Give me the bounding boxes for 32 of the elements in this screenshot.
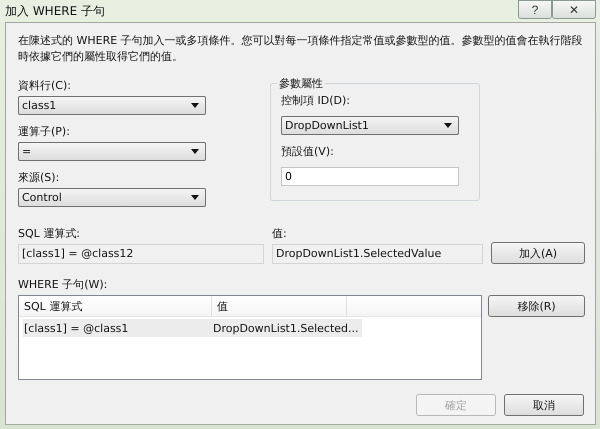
source-dropdown[interactable]: Control [18,188,206,207]
column-header[interactable]: SQL 運算式 [19,296,212,316]
list-cell-text: DropDownList1.Selected... [212,322,360,334]
sql-expression-field[interactable]: [class1] = @class12 [18,244,264,264]
column-dropdown[interactable]: class1 [18,96,206,115]
add-button[interactable]: 加入(A) [491,242,585,264]
list-row[interactable]: [class1] = @class1 DropDownList1.Selected... [23,319,362,337]
help-button[interactable]: ? [518,0,552,19]
default-value-field[interactable]: 0 [281,167,459,186]
control-id-dropdown[interactable]: DropDownList1 [281,116,459,135]
caret-icon [191,103,199,108]
caret-icon [191,195,199,200]
list-cell-text: [class1] = @class1 [23,322,130,334]
value-label: 值: [272,227,288,241]
caret-icon [444,123,452,128]
operator-dropdown[interactable]: = [18,142,206,161]
control-id-label: 控制項 ID(D): [281,94,351,108]
window-title: 加入 WHERE 子句 [5,3,106,20]
caret-icon [191,149,199,154]
group-title: 參數屬性 [277,76,325,91]
value-field[interactable]: DropDownList1.SelectedValue [272,244,483,264]
close-button[interactable]: ✕ [552,0,596,19]
source-label: 來源(S): [18,171,60,185]
default-value-label: 預設值(V): [281,145,335,159]
sql-expression-label: SQL 運算式: [18,227,81,241]
operator-label: 運算子(P): [18,125,71,139]
description-text: 在陳述式的 WHERE 子句加入一或多項條件。您可以對每一項條件指定常值或參數型的值。參數型的值會在執行階段時依據它們的屬性取得它們的值。 [18,33,584,65]
column-label: 資料行(C): [18,79,72,93]
cancel-button[interactable]: 取消 [504,394,584,416]
where-clause-label: WHERE 子句(W): [18,278,108,292]
remove-button[interactable]: 移除(R) [488,295,585,317]
column-header[interactable]: 值 [212,296,347,316]
